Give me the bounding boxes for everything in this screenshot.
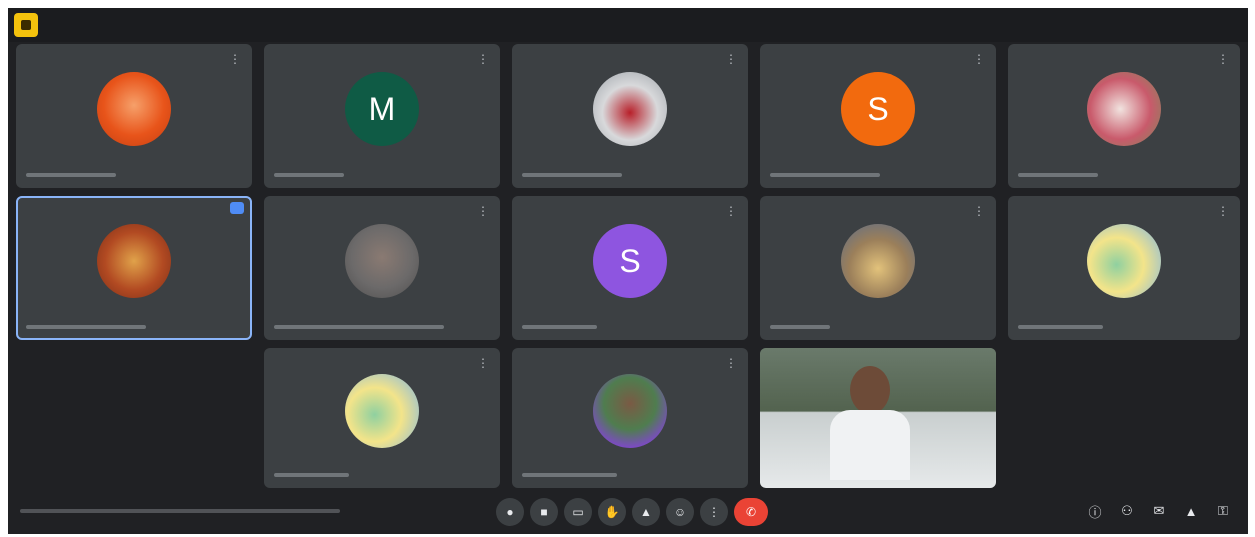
avatar: [593, 72, 667, 146]
present-icon[interactable]: ▲: [632, 498, 660, 526]
avatar: [1087, 72, 1161, 146]
hand-icon[interactable]: ✋: [598, 498, 626, 526]
participant-name-redacted: [770, 325, 830, 329]
more-options-icon[interactable]: ⋮: [972, 52, 986, 66]
participant-name-redacted: [274, 473, 349, 477]
participant-tile-1[interactable]: ⋮: [16, 44, 252, 188]
people-icon[interactable]: ⚇: [1116, 500, 1138, 522]
participant-name-redacted: [522, 173, 622, 177]
speaking-indicator-icon: [230, 202, 244, 214]
more-options-icon[interactable]: ⋮: [1216, 52, 1230, 66]
avatar: [593, 374, 667, 448]
participant-name-redacted: [1018, 325, 1103, 329]
avatar-letter: S: [619, 242, 641, 279]
info-icon[interactable]: ⓘ: [1084, 500, 1106, 522]
call-controls: ● ■ ▭ ✋ ▲ ☺ ⋮ ✆: [496, 498, 768, 526]
participant-name-redacted: [770, 173, 880, 177]
participant-tile-11[interactable]: ⋮: [264, 348, 500, 488]
more-options-icon[interactable]: ⋮: [700, 498, 728, 526]
participant-tile-4[interactable]: S ⋮: [760, 44, 996, 188]
participant-video-tile[interactable]: [760, 348, 996, 488]
avatar: [97, 72, 171, 146]
participant-tile-5[interactable]: ⋮: [1008, 44, 1240, 188]
participant-tile-2[interactable]: M ⋮: [264, 44, 500, 188]
avatar: S: [841, 72, 915, 146]
meeting-info-redacted: [20, 509, 340, 513]
participant-tile-12[interactable]: ⋮: [512, 348, 748, 488]
more-options-icon[interactable]: ⋮: [724, 356, 738, 370]
avatar-letter: M: [368, 90, 396, 127]
mic-icon[interactable]: ●: [496, 498, 524, 526]
participant-name-redacted: [274, 173, 344, 177]
avatar: [345, 374, 419, 448]
participant-name-redacted: [522, 473, 617, 477]
participant-tile-9[interactable]: ⋮: [760, 196, 996, 340]
more-options-icon[interactable]: ⋮: [476, 356, 490, 370]
avatar: [1087, 224, 1161, 298]
participant-tile-6[interactable]: [16, 196, 252, 340]
meet-window: ⋮ M ⋮ ⋮ S ⋮ ⋮ ⋮ S ⋮ ⋮ ⋮ ⋮ ⋮ ● ■ ▭ ✋ ▲ ☺ …: [8, 8, 1248, 534]
more-options-icon[interactable]: ⋮: [724, 204, 738, 218]
participant-name-redacted: [1018, 173, 1098, 177]
participant-name-redacted: [26, 173, 116, 177]
meet-logo-icon: [14, 13, 38, 37]
more-options-icon[interactable]: ⋮: [1216, 204, 1230, 218]
participant-tile-3[interactable]: ⋮: [512, 44, 748, 188]
participant-name-redacted: [522, 325, 597, 329]
leave-call-icon[interactable]: ✆: [734, 498, 768, 526]
participant-grid: ⋮ M ⋮ ⋮ S ⋮ ⋮ ⋮ S ⋮ ⋮ ⋮ ⋮ ⋮: [8, 44, 1248, 488]
avatar: [841, 224, 915, 298]
avatar-letter: S: [867, 90, 889, 127]
participant-tile-8[interactable]: S ⋮: [512, 196, 748, 340]
more-options-icon[interactable]: ⋮: [476, 52, 490, 66]
camera-icon[interactable]: ■: [530, 498, 558, 526]
participant-name-redacted: [274, 325, 444, 329]
participant-name-redacted: [26, 325, 146, 329]
activities-icon[interactable]: ▲: [1180, 500, 1202, 522]
more-options-icon[interactable]: ⋮: [476, 204, 490, 218]
more-options-icon[interactable]: ⋮: [972, 204, 986, 218]
chat-icon[interactable]: ✉: [1148, 500, 1170, 522]
avatar: [345, 224, 419, 298]
more-options-icon[interactable]: ⋮: [228, 52, 242, 66]
participant-tile-10[interactable]: ⋮: [1008, 196, 1240, 340]
top-bar: [8, 8, 1248, 42]
avatar: S: [593, 224, 667, 298]
avatar: [97, 224, 171, 298]
lock-icon[interactable]: ⚿: [1212, 500, 1234, 522]
participant-video-person: [830, 366, 910, 480]
participant-tile-7[interactable]: ⋮: [264, 196, 500, 340]
more-options-icon[interactable]: ⋮: [724, 52, 738, 66]
avatar: M: [345, 72, 419, 146]
captions-icon[interactable]: ▭: [564, 498, 592, 526]
bottom-bar: ● ■ ▭ ✋ ▲ ☺ ⋮ ✆ ⓘ ⚇ ✉ ▲ ⚿: [8, 490, 1248, 534]
reactions-icon[interactable]: ☺: [666, 498, 694, 526]
side-panel-controls: ⓘ ⚇ ✉ ▲ ⚿: [1084, 500, 1234, 522]
